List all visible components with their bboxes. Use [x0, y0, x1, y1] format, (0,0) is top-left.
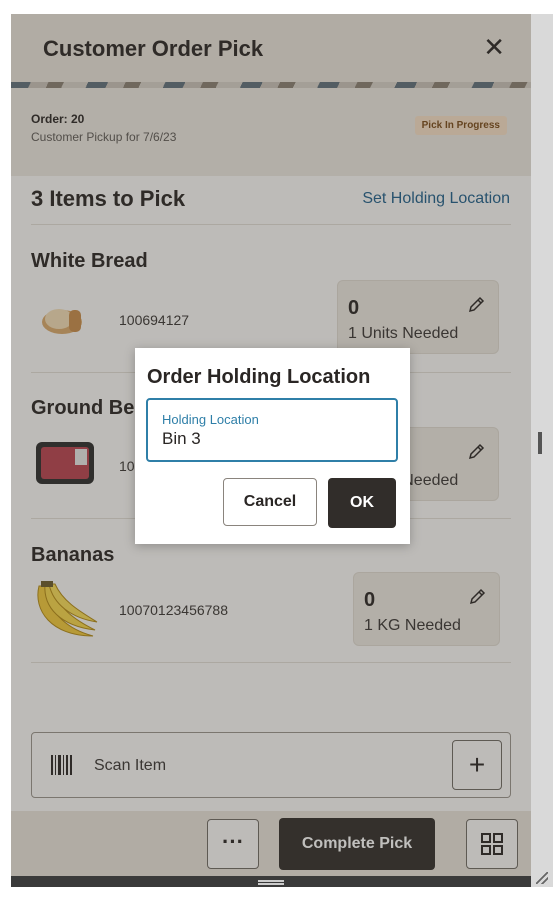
- app-panel: Customer Order Pick ✕ Order: 20 Customer…: [11, 14, 531, 876]
- cancel-button[interactable]: Cancel: [223, 478, 317, 526]
- holding-location-dialog: Order Holding Location Holding Location …: [135, 348, 410, 544]
- holding-location-value[interactable]: Bin 3: [162, 429, 201, 449]
- holding-location-input[interactable]: Holding Location Bin 3: [146, 398, 398, 462]
- holding-location-label: Holding Location: [162, 412, 259, 427]
- dialog-title: Order Holding Location: [147, 366, 371, 388]
- bottom-resize-grip-icon[interactable]: [258, 880, 284, 885]
- splitter-grip-icon[interactable]: [538, 432, 542, 454]
- ok-button[interactable]: OK: [328, 478, 396, 528]
- resize-corner-icon[interactable]: [536, 872, 548, 884]
- side-panel-splitter[interactable]: [531, 14, 553, 887]
